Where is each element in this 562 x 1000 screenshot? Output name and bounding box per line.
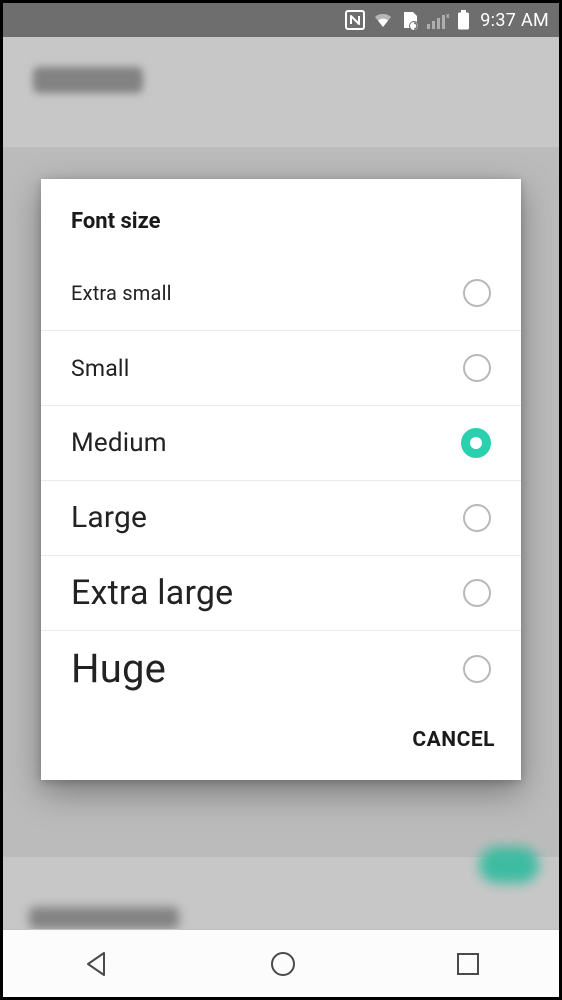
font-size-option[interactable]: Huge: [41, 631, 521, 706]
font-size-option-label: Large: [71, 503, 147, 533]
battery-icon: [457, 10, 470, 30]
radio-button[interactable]: [463, 504, 491, 532]
font-size-option[interactable]: Extra small: [41, 256, 521, 331]
svg-text:x: x: [446, 12, 449, 20]
font-size-dialog: Font size Extra smallSmallMediumLargeExt…: [41, 179, 521, 780]
nfc-icon: [345, 10, 365, 30]
cancel-button[interactable]: CANCEL: [412, 728, 495, 752]
device-frame: x 9:37 AM Font size Extra small Small Medi…: [3, 3, 559, 997]
font-size-option-label: Medium: [71, 430, 167, 456]
font-size-option[interactable]: Medium: [41, 406, 521, 481]
signal-icon: x: [427, 11, 449, 29]
radio-button[interactable]: [461, 428, 491, 458]
dialog-title: Font size: [41, 179, 521, 256]
radio-button[interactable]: [463, 279, 491, 307]
font-size-option-label: Small: [71, 357, 130, 380]
wifi-icon: [373, 11, 393, 29]
back-button[interactable]: [81, 949, 111, 979]
font-size-option[interactable]: Extra large: [41, 556, 521, 631]
navigation-bar: [3, 929, 559, 997]
font-size-option[interactable]: Large: [41, 481, 521, 556]
font-size-option[interactable]: Small: [41, 331, 521, 406]
status-time: 9:37 AM: [480, 10, 549, 31]
recent-apps-button[interactable]: [455, 951, 481, 977]
radio-button[interactable]: [463, 354, 491, 382]
home-button[interactable]: [268, 949, 298, 979]
font-size-option-label: Extra small: [71, 283, 172, 303]
font-size-option-label: Extra large: [71, 576, 233, 610]
sim-icon: [401, 10, 419, 30]
font-size-options-list: Extra small Small Medium Large Extra large Hu…: [41, 256, 521, 706]
radio-button[interactable]: [463, 579, 491, 607]
font-size-option-label: Huge: [71, 649, 166, 689]
status-bar: x 9:37 AM: [3, 3, 559, 37]
radio-button[interactable]: [463, 655, 491, 683]
dialog-actions: CANCEL: [41, 706, 521, 780]
